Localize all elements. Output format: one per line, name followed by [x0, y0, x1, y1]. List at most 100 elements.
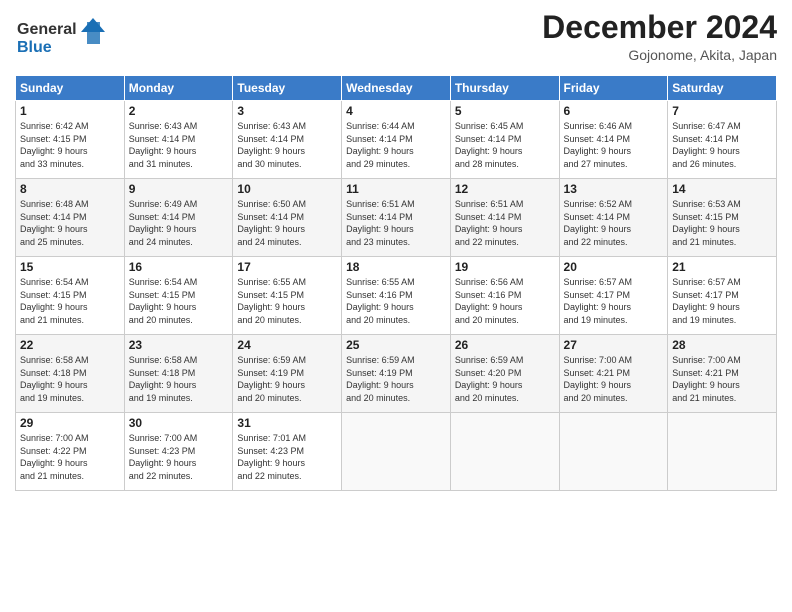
day-number: 7	[672, 104, 772, 118]
weekday-header: Monday	[124, 76, 233, 101]
calendar-week-row: 22Sunrise: 6:58 AM Sunset: 4:18 PM Dayli…	[16, 335, 777, 413]
calendar-cell: 17 Sunrise: 6:55 AM Sunset: 4:15 PM Dayli…	[233, 257, 342, 335]
day-info: Sunrise: 7:00 AM Sunset: 4:21 PM Dayligh…	[564, 354, 664, 404]
calendar-table: SundayMondayTuesdayWednesdayThursdayFrid…	[15, 75, 777, 491]
day-info: Sunrise: 6:50 AM Sunset: 4:14 PM Dayligh…	[237, 198, 337, 248]
weekday-header-row: SundayMondayTuesdayWednesdayThursdayFrid…	[16, 76, 777, 101]
logo-content: General Blue	[15, 14, 110, 67]
calendar-cell	[559, 413, 668, 491]
calendar-cell: 14 Sunrise: 6:53 AM Sunset: 4:15 PM Dayli…	[668, 179, 777, 257]
calendar-cell: 8Sunrise: 6:48 AM Sunset: 4:14 PM Daylig…	[16, 179, 125, 257]
day-info: Sunrise: 6:57 AM Sunset: 4:17 PM Dayligh…	[564, 276, 664, 326]
title-block: December 2024 Gojonome, Akita, Japan	[542, 10, 777, 63]
day-info: Sunrise: 6:49 AM Sunset: 4:14 PM Dayligh…	[129, 198, 229, 248]
calendar-cell: 10Sunrise: 6:50 AM Sunset: 4:14 PM Dayli…	[233, 179, 342, 257]
day-number: 18	[346, 260, 446, 274]
month-title: December 2024	[542, 10, 777, 45]
calendar-cell: 31 Sunrise: 7:01 AM Sunset: 4:23 PM Dayli…	[233, 413, 342, 491]
day-info: Sunrise: 6:59 AM Sunset: 4:19 PM Dayligh…	[346, 354, 446, 404]
day-number: 29	[20, 416, 120, 430]
day-number: 30	[129, 416, 229, 430]
day-info: Sunrise: 6:55 AM Sunset: 4:16 PM Dayligh…	[346, 276, 446, 326]
day-info: Sunrise: 7:00 AM Sunset: 4:22 PM Dayligh…	[20, 432, 120, 482]
calendar-cell: 3 Sunrise: 6:43 AM Sunset: 4:14 PM Daylig…	[233, 101, 342, 179]
day-info: Sunrise: 6:52 AM Sunset: 4:14 PM Dayligh…	[564, 198, 664, 248]
calendar-cell: 7 Sunrise: 6:47 AM Sunset: 4:14 PM Daylig…	[668, 101, 777, 179]
svg-text:General: General	[17, 21, 77, 38]
day-info: Sunrise: 7:01 AM Sunset: 4:23 PM Dayligh…	[237, 432, 337, 482]
calendar-cell: 27 Sunrise: 7:00 AM Sunset: 4:21 PM Dayli…	[559, 335, 668, 413]
calendar-cell: 19Sunrise: 6:56 AM Sunset: 4:16 PM Dayli…	[450, 257, 559, 335]
calendar-cell: 23Sunrise: 6:58 AM Sunset: 4:18 PM Dayli…	[124, 335, 233, 413]
calendar-cell: 26 Sunrise: 6:59 AM Sunset: 4:20 PM Dayli…	[450, 335, 559, 413]
calendar-cell: 1 Sunrise: 6:42 AM Sunset: 4:15 PM Daylig…	[16, 101, 125, 179]
day-info: Sunrise: 6:48 AM Sunset: 4:14 PM Dayligh…	[20, 198, 120, 248]
day-info: Sunrise: 6:44 AM Sunset: 4:14 PM Dayligh…	[346, 120, 446, 170]
day-number: 3	[237, 104, 337, 118]
calendar-cell: 16 Sunrise: 6:54 AM Sunset: 4:15 PM Dayli…	[124, 257, 233, 335]
calendar-week-row: 8Sunrise: 6:48 AM Sunset: 4:14 PM Daylig…	[16, 179, 777, 257]
calendar-cell: 12 Sunrise: 6:51 AM Sunset: 4:14 PM Dayli…	[450, 179, 559, 257]
calendar-cell: 13 Sunrise: 6:52 AM Sunset: 4:14 PM Dayli…	[559, 179, 668, 257]
day-number: 2	[129, 104, 229, 118]
calendar-body: 1 Sunrise: 6:42 AM Sunset: 4:15 PM Daylig…	[16, 101, 777, 491]
calendar-week-row: 1 Sunrise: 6:42 AM Sunset: 4:15 PM Daylig…	[16, 101, 777, 179]
day-number: 19	[455, 260, 555, 274]
main-container: General Blue December 2024 Gojonome, Aki…	[0, 0, 792, 612]
day-info: Sunrise: 6:42 AM Sunset: 4:15 PM Dayligh…	[20, 120, 120, 170]
day-number: 31	[237, 416, 337, 430]
svg-text:Blue: Blue	[17, 39, 52, 56]
calendar-cell: 24Sunrise: 6:59 AM Sunset: 4:19 PM Dayli…	[233, 335, 342, 413]
calendar-cell: 11Sunrise: 6:51 AM Sunset: 4:14 PM Dayli…	[342, 179, 451, 257]
day-number: 21	[672, 260, 772, 274]
day-number: 9	[129, 182, 229, 196]
day-info: Sunrise: 6:54 AM Sunset: 4:15 PM Dayligh…	[20, 276, 120, 326]
day-info: Sunrise: 6:54 AM Sunset: 4:15 PM Dayligh…	[129, 276, 229, 326]
day-number: 20	[564, 260, 664, 274]
day-info: Sunrise: 6:46 AM Sunset: 4:14 PM Dayligh…	[564, 120, 664, 170]
day-info: Sunrise: 6:57 AM Sunset: 4:17 PM Dayligh…	[672, 276, 772, 326]
day-number: 17	[237, 260, 337, 274]
calendar-cell	[342, 413, 451, 491]
location: Gojonome, Akita, Japan	[542, 47, 777, 63]
day-number: 12	[455, 182, 555, 196]
day-number: 11	[346, 182, 446, 196]
day-info: Sunrise: 6:43 AM Sunset: 4:14 PM Dayligh…	[237, 120, 337, 170]
day-info: Sunrise: 6:43 AM Sunset: 4:14 PM Dayligh…	[129, 120, 229, 170]
calendar-week-row: 29 Sunrise: 7:00 AM Sunset: 4:22 PM Dayli…	[16, 413, 777, 491]
calendar-cell: 29 Sunrise: 7:00 AM Sunset: 4:22 PM Dayli…	[16, 413, 125, 491]
day-info: Sunrise: 6:45 AM Sunset: 4:14 PM Dayligh…	[455, 120, 555, 170]
weekday-header: Tuesday	[233, 76, 342, 101]
calendar-cell: 28 Sunrise: 7:00 AM Sunset: 4:21 PM Dayli…	[668, 335, 777, 413]
day-number: 26	[455, 338, 555, 352]
day-number: 28	[672, 338, 772, 352]
calendar-cell: 2 Sunrise: 6:43 AM Sunset: 4:14 PM Daylig…	[124, 101, 233, 179]
logo: General Blue	[15, 14, 110, 67]
day-number: 13	[564, 182, 664, 196]
calendar-cell: 25 Sunrise: 6:59 AM Sunset: 4:19 PM Dayli…	[342, 335, 451, 413]
day-number: 15	[20, 260, 120, 274]
day-info: Sunrise: 6:55 AM Sunset: 4:15 PM Dayligh…	[237, 276, 337, 326]
day-info: Sunrise: 6:59 AM Sunset: 4:20 PM Dayligh…	[455, 354, 555, 404]
day-info: Sunrise: 7:00 AM Sunset: 4:23 PM Dayligh…	[129, 432, 229, 482]
day-number: 23	[129, 338, 229, 352]
header: General Blue December 2024 Gojonome, Aki…	[15, 10, 777, 67]
day-info: Sunrise: 6:53 AM Sunset: 4:15 PM Dayligh…	[672, 198, 772, 248]
calendar-cell: 15 Sunrise: 6:54 AM Sunset: 4:15 PM Dayli…	[16, 257, 125, 335]
day-number: 1	[20, 104, 120, 118]
calendar-cell: 20 Sunrise: 6:57 AM Sunset: 4:17 PM Dayli…	[559, 257, 668, 335]
weekday-header: Wednesday	[342, 76, 451, 101]
calendar-cell	[450, 413, 559, 491]
calendar-cell: 22Sunrise: 6:58 AM Sunset: 4:18 PM Dayli…	[16, 335, 125, 413]
day-number: 4	[346, 104, 446, 118]
day-number: 16	[129, 260, 229, 274]
day-info: Sunrise: 7:00 AM Sunset: 4:21 PM Dayligh…	[672, 354, 772, 404]
day-number: 14	[672, 182, 772, 196]
day-info: Sunrise: 6:58 AM Sunset: 4:18 PM Dayligh…	[20, 354, 120, 404]
weekday-header: Thursday	[450, 76, 559, 101]
day-number: 25	[346, 338, 446, 352]
day-info: Sunrise: 6:47 AM Sunset: 4:14 PM Dayligh…	[672, 120, 772, 170]
day-number: 27	[564, 338, 664, 352]
day-info: Sunrise: 6:51 AM Sunset: 4:14 PM Dayligh…	[455, 198, 555, 248]
day-number: 5	[455, 104, 555, 118]
